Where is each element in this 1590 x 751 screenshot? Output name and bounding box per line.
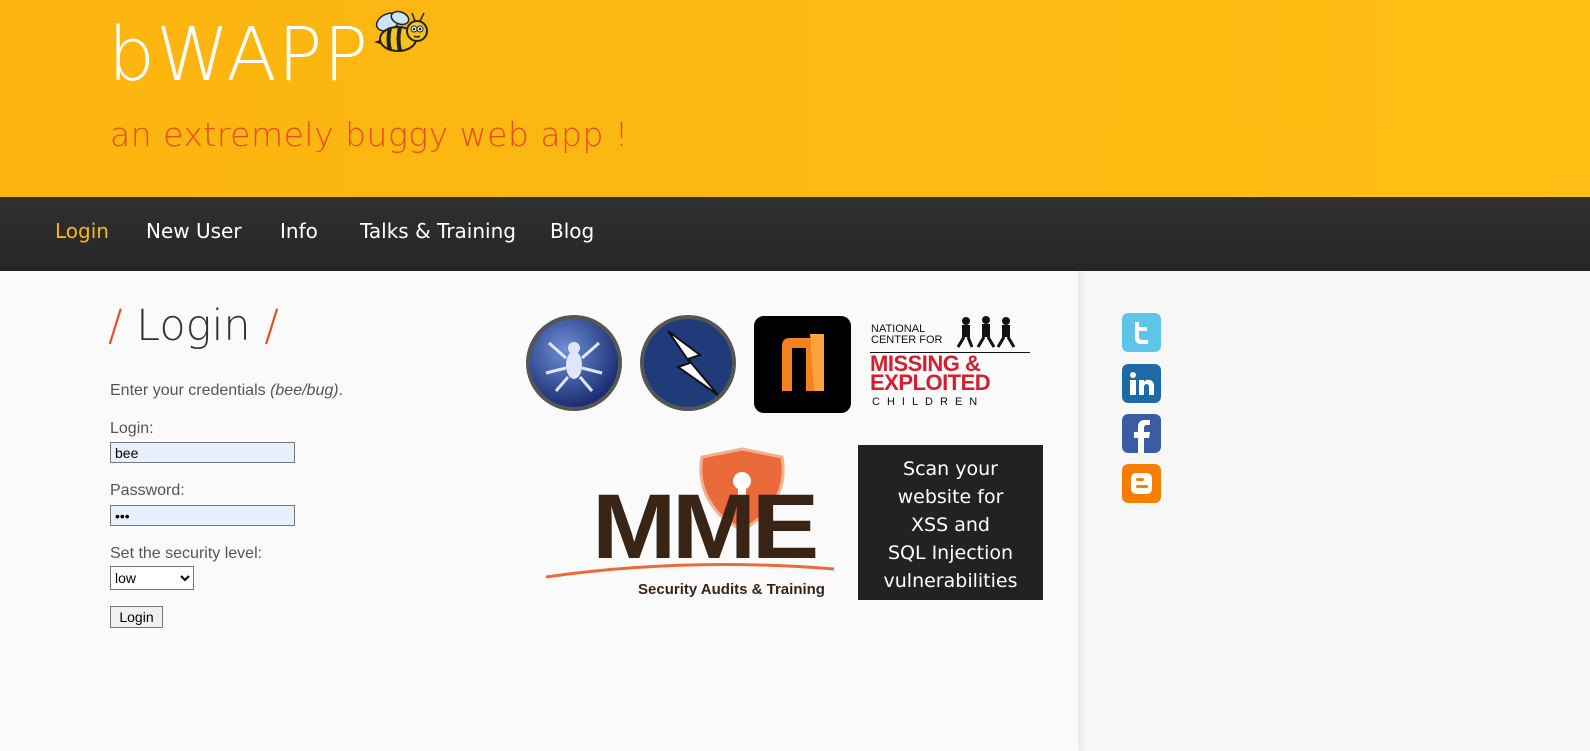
owasp-logo-icon[interactable]: [524, 313, 624, 413]
intro-hint: (bee/bug): [270, 382, 339, 399]
nav-talks-training[interactable]: Talks & Training: [360, 219, 516, 243]
security-level-label: Set the security level:: [110, 545, 263, 562]
credentials-intro: Enter your credentials (bee/bug).: [110, 382, 343, 400]
title-slash-left: /: [108, 301, 123, 351]
intro-text: Enter your credentials: [110, 382, 271, 399]
security-level-select[interactable]: low: [110, 566, 194, 590]
mme-logo[interactable]: MME Security Audits & Training: [546, 445, 836, 603]
mme-subtitle: Security Audits & Training: [638, 581, 825, 598]
facebook-icon[interactable]: [1122, 414, 1161, 453]
linkedin-icon[interactable]: [1122, 364, 1161, 403]
site-header: bWAPP an extremely buggy web app !: [0, 0, 1590, 197]
nav-info[interactable]: Info: [280, 219, 318, 243]
scan-line4: SQL Injection: [887, 542, 1014, 564]
ncmec-line2: CENTER FOR: [871, 334, 943, 346]
blogger-icon[interactable]: [1122, 464, 1161, 503]
login-button[interactable]: Login: [110, 606, 163, 628]
tagline: an extremely buggy web app !: [110, 115, 629, 154]
login-input[interactable]: [110, 442, 295, 463]
login-label: Login:: [110, 420, 154, 437]
netsparker-logo-icon[interactable]: [754, 316, 851, 413]
password-label: Password:: [110, 482, 185, 499]
scan-line3: XSS and: [911, 514, 990, 536]
mme-wordmark: MME: [592, 476, 819, 578]
brand-title[interactable]: bWAPP: [108, 18, 369, 92]
bee-icon: [374, 10, 428, 52]
twitter-icon[interactable]: [1122, 313, 1161, 352]
page-title: / Login /: [108, 305, 279, 348]
password-input[interactable]: [110, 505, 295, 526]
ncmec-logo[interactable]: NATIONAL CENTER FOR MISSING & EXPLOITED …: [870, 316, 1030, 412]
scan-website-ad[interactable]: Scan your website for XSS and SQL Inject…: [858, 445, 1043, 600]
ncmec-line5: CHILDREN: [872, 396, 985, 408]
scan-line1: Scan your: [903, 458, 998, 480]
main-nav: Login New User Info Talks & Training Blo…: [0, 197, 1590, 271]
title-text: Login: [136, 301, 251, 351]
zap-logo-icon[interactable]: [638, 313, 738, 413]
ncmec-line4: EXPLOITED: [870, 370, 991, 395]
scan-line2: website for: [897, 486, 1004, 508]
intro-end: .: [338, 382, 344, 399]
scan-line5: vulnerabilities: [883, 570, 1018, 592]
nav-new-user[interactable]: New User: [146, 219, 242, 243]
title-slash-right: /: [264, 301, 279, 351]
nav-blog[interactable]: Blog: [550, 219, 594, 243]
nav-login[interactable]: Login: [55, 219, 109, 243]
